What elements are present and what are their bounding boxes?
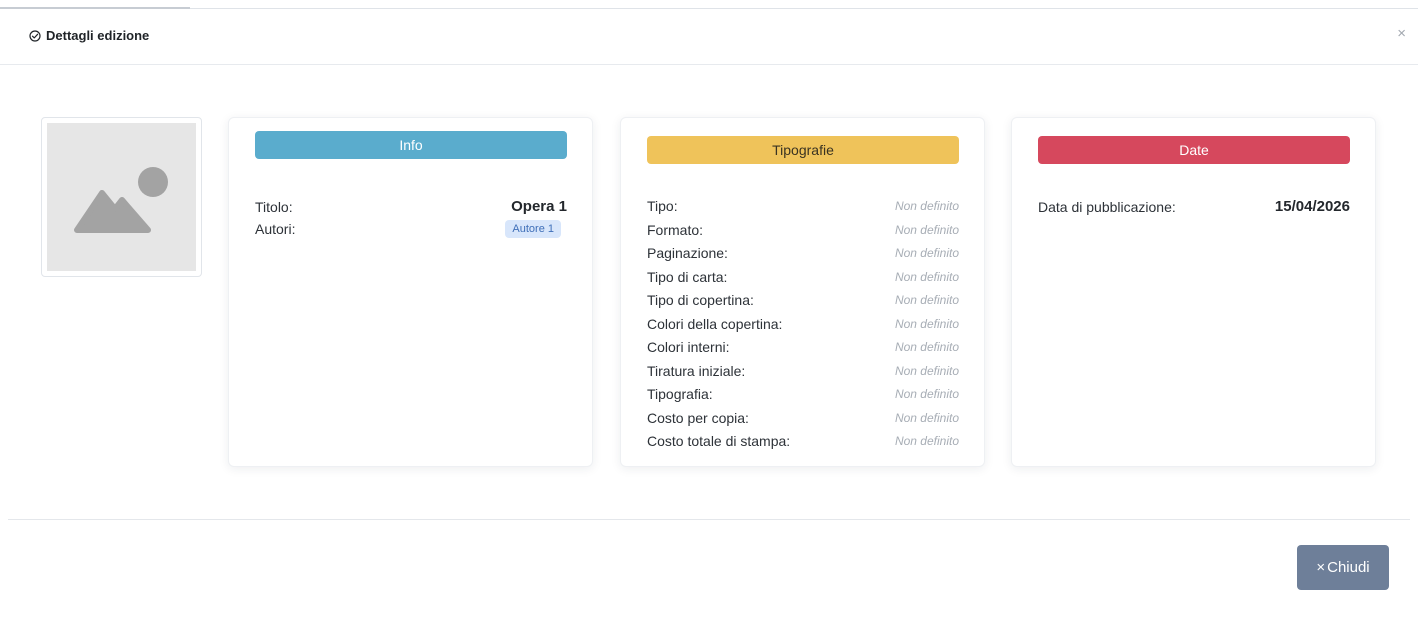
tipografie-row: Tipografia: Non definito	[647, 386, 959, 402]
info-card: Info Titolo: Opera 1 Autori: Autore 1	[228, 117, 593, 467]
tipografie-row-value: Non definito	[894, 363, 959, 378]
tipografie-row-value: Non definito	[894, 222, 959, 237]
tipografie-card: Tipografie Tipo: Non definito Formato: N…	[620, 117, 985, 467]
image-placeholder	[47, 123, 196, 271]
tipografie-header: Tipografie	[647, 136, 959, 164]
close-button-label: Chiudi	[1327, 559, 1370, 576]
tipografie-row-label: Tipo di copertina:	[647, 292, 754, 308]
titolo-label: Titolo:	[255, 198, 293, 215]
tipografie-row-label: Costo totale di stampa:	[647, 433, 791, 449]
tipografie-row-value: Non definito	[894, 340, 959, 354]
tipografie-row: Formato: Non definito	[647, 222, 959, 238]
tipografie-row-label: Tipo di carta:	[647, 268, 728, 285]
tipografie-row-value: Non definito	[894, 199, 959, 213]
tipografie-row-label: Costo per copia:	[647, 409, 749, 426]
tipografie-row-value: Non definito	[894, 410, 959, 425]
tipografie-row-value: Non definito	[894, 246, 959, 260]
footer-divider	[8, 519, 1410, 520]
tipografie-row-value: Non definito	[894, 387, 959, 401]
close-icon[interactable]: ×	[1397, 26, 1406, 41]
tipografie-row: Costo totale di stampa: Non definito	[647, 433, 959, 449]
tipografie-row: Paginazione: Non definito	[647, 245, 959, 261]
tipografie-row: Costo per copia: Non definito	[647, 410, 959, 426]
tipografie-row-label: Tipografia:	[647, 386, 713, 402]
date-header: Date	[1038, 136, 1350, 164]
tipografie-row-value: Non definito	[894, 293, 959, 307]
tipografie-row: Tipo di copertina: Non definito	[647, 292, 959, 308]
close-button[interactable]: × Chiudi	[1297, 545, 1389, 590]
modal-title-text: Dettagli edizione	[46, 28, 150, 43]
pubblicazione-value: 15/04/2026	[1274, 198, 1350, 215]
author-badge[interactable]: Autore 1	[505, 220, 561, 238]
tipografie-row-label: Colori interni:	[647, 339, 730, 355]
titolo-value: Opera 1	[511, 198, 567, 215]
date-card: Date Data di pubblicazione: 15/04/2026	[1011, 117, 1376, 467]
image-placeholder-icon	[74, 167, 168, 233]
cover-image-card	[41, 117, 202, 277]
titolo-row: Titolo: Opera 1	[255, 198, 567, 215]
tipografie-row: Colori interni: Non definito	[647, 339, 959, 355]
modal-header: Dettagli edizione ×	[0, 9, 1418, 65]
tipografie-row: Colori della copertina: Non definito	[647, 316, 959, 332]
check-circle-icon	[29, 29, 41, 42]
tipografie-row-value: Non definito	[894, 316, 959, 331]
pubblicazione-label: Data di pubblicazione:	[1038, 198, 1176, 215]
tipografie-row: Tiratura iniziale: Non definito	[647, 363, 959, 379]
tipografie-row-value: Non definito	[894, 269, 959, 284]
tipografie-row-label: Paginazione:	[647, 245, 728, 261]
close-button-icon: ×	[1316, 559, 1326, 576]
autori-label: Autori:	[255, 221, 296, 237]
tipografie-row-label: Tiratura iniziale:	[647, 362, 746, 379]
modal-title: Dettagli edizione	[29, 28, 149, 43]
tipografie-row-label: Colori della copertina:	[647, 315, 783, 332]
autori-row: Autori: Autore 1	[255, 220, 567, 238]
tipografie-row-label: Tipo:	[647, 198, 678, 214]
tipografie-row: Tipo: Non definito	[647, 198, 959, 214]
tipografie-row-label: Formato:	[647, 221, 704, 238]
pubblicazione-row: Data di pubblicazione: 15/04/2026	[1038, 198, 1350, 215]
tipografie-row-value: Non definito	[894, 434, 959, 448]
info-header: Info	[255, 131, 567, 159]
tipografie-row: Tipo di carta: Non definito	[647, 269, 959, 285]
